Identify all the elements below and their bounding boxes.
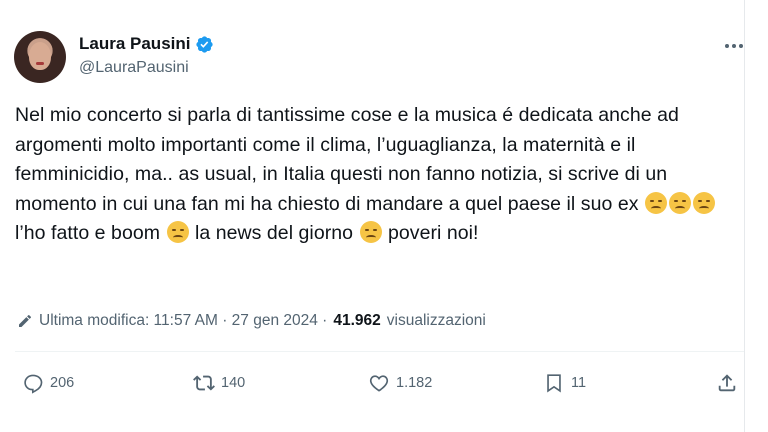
- reply-count: 206: [50, 375, 75, 391]
- bookmark-count: 11: [571, 375, 587, 391]
- tweet-text: Nel mio concerto si parla di tantissime …: [15, 101, 737, 249]
- repost-count: 140: [221, 375, 246, 391]
- heart-icon: [369, 375, 389, 392]
- avatar-lips: [36, 62, 44, 65]
- tweet-card: Laura Pausini @LauraPausini Nel mio conc…: [0, 0, 745, 432]
- like-button[interactable]: 1.182: [368, 372, 432, 394]
- tweet-text-part1: Nel mio concerto si parla di tantissime …: [15, 104, 679, 215]
- views-label: visualizzazioni: [386, 312, 486, 329]
- divider: [15, 351, 744, 352]
- rolling-eyes-icon: [166, 221, 189, 243]
- verified-badge-icon: [196, 35, 214, 53]
- more-options-button[interactable]: [722, 36, 746, 56]
- reply-button[interactable]: 206: [22, 372, 74, 394]
- like-count: 1.182: [396, 375, 433, 391]
- confounded-face-icon: [693, 191, 715, 214]
- tweet-meta: Ultima modifica: 11:57 AM · 27 gen 2024 …: [17, 312, 486, 330]
- confounded-face-icon: [669, 191, 691, 214]
- avatar[interactable]: [14, 31, 66, 83]
- confounded-face-icon: [645, 191, 667, 214]
- views-count: 41.962: [333, 312, 381, 329]
- zany-face-icon: [359, 221, 382, 243]
- dot-icon: [732, 44, 736, 48]
- author-handle[interactable]: @LauraPausini: [79, 59, 189, 77]
- pencil-icon: [19, 314, 32, 327]
- bookmark-icon: [547, 374, 561, 393]
- share-button[interactable]: [716, 372, 738, 394]
- tweet-text-part3: la news del giorno: [189, 222, 359, 244]
- tweet-text-part4: poveri noi!: [382, 222, 479, 244]
- dot-icon: [739, 44, 743, 48]
- repost-button[interactable]: 140: [193, 372, 245, 394]
- repost-icon: [193, 375, 215, 391]
- reply-icon: [24, 374, 43, 394]
- share-icon: [718, 374, 736, 392]
- author-name[interactable]: Laura Pausini: [79, 34, 190, 54]
- tweet-text-part2: l’ho fatto e boom: [15, 222, 166, 244]
- author-row: Laura Pausini: [79, 34, 214, 54]
- bookmark-button[interactable]: 11: [543, 372, 586, 394]
- avatar-face: [29, 42, 51, 70]
- edited-label[interactable]: Ultima modifica: 11:57 AM · 27 gen 2024 …: [39, 312, 327, 330]
- action-bar: 206 140 1.182 11: [0, 372, 745, 402]
- dot-icon: [725, 44, 729, 48]
